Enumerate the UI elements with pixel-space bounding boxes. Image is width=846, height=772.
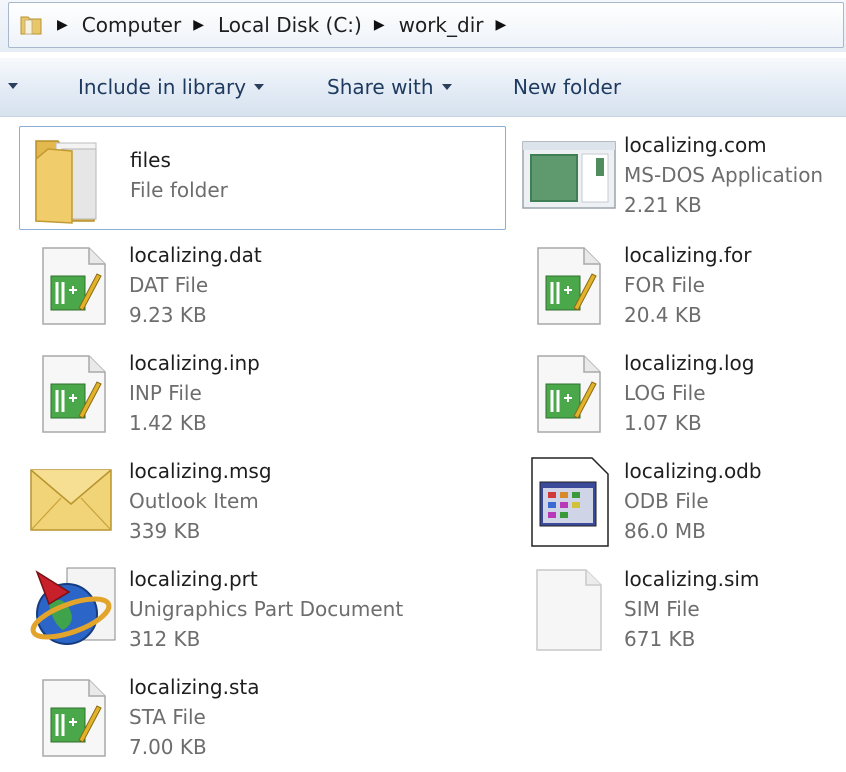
chevron-down-icon [441,84,452,90]
file-name: localizing.log [624,351,755,375]
include-in-library-button[interactable]: Include in library [78,58,265,116]
file-size: 86.0 MB [624,519,706,543]
application-window-icon [522,136,616,216]
file-name: files [130,148,171,172]
new-folder-label: New folder [513,75,622,99]
breadcrumb-separator-icon[interactable]: ▶ [374,17,385,33]
file-type: Unigraphics Part Document [129,597,404,621]
file-size: 2.21 KB [624,193,702,217]
file-item-localizing-msg[interactable]: localizing.msg Outlook Item 339 KB [19,452,506,556]
file-item-localizing-sim[interactable]: localizing.sim SIM File 671 KB [520,560,846,664]
breadcrumb-local-disk[interactable]: Local Disk (C:) [218,13,362,37]
share-with-button[interactable]: Share with [327,58,452,116]
file-item-localizing-odb[interactable]: localizing.odb ODB File 86.0 MB [520,452,846,556]
file-size: 9.23 KB [129,303,207,327]
file-type: FOR File [624,273,705,297]
file-item-localizing-dat[interactable]: localizing.dat DAT File 9.23 KB [19,236,506,340]
file-name: localizing.prt [129,567,258,591]
command-toolbar: Include in library Share with New folder [0,58,846,117]
chevron-down-icon [254,84,265,90]
file-size: 312 KB [129,627,201,651]
file-item-localizing-for[interactable]: localizing.for FOR File 20.4 KB [520,236,846,340]
breadcrumb-separator-icon[interactable]: ▶ [495,17,506,33]
file-name: localizing.sta [129,675,260,699]
file-type: ODB File [624,489,709,513]
file-name: localizing.for [624,243,752,267]
organize-dropdown-icon[interactable] [8,83,18,89]
file-name: localizing.com [624,133,767,157]
breadcrumb-work-dir[interactable]: work_dir [399,13,484,37]
file-item-localizing-log[interactable]: localizing.log LOG File 1.07 KB [520,344,846,448]
new-folder-button[interactable]: New folder [513,58,621,116]
folder-icon [19,13,45,37]
file-name: localizing.odb [624,459,762,483]
file-name: localizing.sim [624,567,760,591]
address-breadcrumb-box[interactable]: ▶ Computer ▶ Local Disk (C:) ▶ work_dir … [8,2,844,48]
notepad-plus-file-icon [534,246,604,326]
file-name: localizing.inp [129,351,260,375]
file-size: 1.07 KB [624,411,702,435]
file-size: 671 KB [624,627,696,651]
file-size: 1.42 KB [129,411,207,435]
file-size: 7.00 KB [129,735,207,759]
address-bar: ▶ Computer ▶ Local Disk (C:) ▶ work_dir … [0,0,846,52]
notepad-plus-file-icon [39,678,109,758]
file-name: localizing.dat [129,243,262,267]
notepad-plus-file-icon [39,246,109,326]
file-type: INP File [129,381,202,405]
file-type: MS-DOS Application [624,163,824,187]
file-type: Outlook Item [129,489,259,513]
file-type: SIM File [624,597,700,621]
include-in-library-label: Include in library [78,75,247,99]
file-type: STA File [129,705,206,729]
file-type: LOG File [624,381,706,405]
odb-window-icon [530,456,610,548]
file-size: 339 KB [129,519,201,543]
share-with-label: Share with [327,75,434,99]
unigraphics-globe-icon [27,564,119,656]
notepad-plus-file-icon [534,354,604,434]
file-item-localizing-prt[interactable]: localizing.prt Unigraphics Part Document… [19,560,506,664]
file-item-files[interactable]: files File folder [19,126,506,230]
notepad-plus-file-icon [39,354,109,434]
breadcrumb-computer[interactable]: Computer [82,13,181,37]
file-type: DAT File [129,273,209,297]
breadcrumb-separator-icon[interactable]: ▶ [193,17,204,33]
file-item-localizing-com[interactable]: localizing.com MS-DOS Application 2.21 K… [520,126,846,230]
file-type: File folder [130,178,228,202]
file-name: localizing.msg [129,459,272,483]
file-size: 20.4 KB [624,303,702,327]
blank-file-icon [534,568,604,652]
file-item-localizing-sta[interactable]: localizing.sta STA File 7.00 KB [19,668,506,772]
file-item-localizing-inp[interactable]: localizing.inp INP File 1.42 KB [19,344,506,448]
breadcrumb-separator-icon[interactable]: ▶ [57,17,68,33]
folder-icon [28,129,128,229]
envelope-icon [29,466,113,536]
